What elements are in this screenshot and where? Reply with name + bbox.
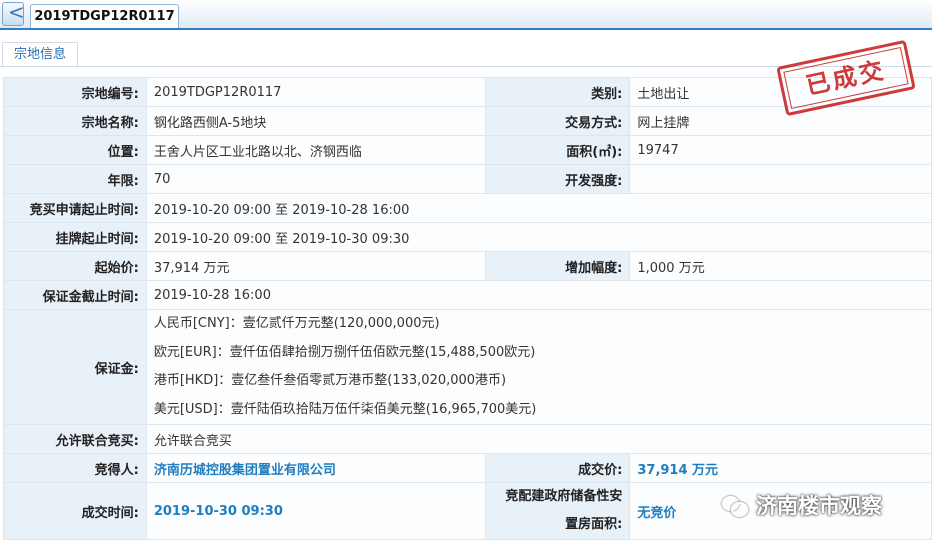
deal-price-value: 37,914 万元 [629,453,932,483]
table-row: 竞买申请起止时间: 2019-10-20 09:00 至 2019-10-28 … [3,193,932,223]
apply-period-label: 竞买申请起止时间: [3,193,147,223]
table-row: 保证金截止时间: 2019-10-28 16:00 [3,280,932,310]
winner-label: 竞得人: [3,453,147,483]
increment-label: 增加幅度: [484,251,631,281]
deposit-label: 保证金: [3,309,147,425]
parcel-name-value: 钢化路西侧A-5地块 [145,106,486,136]
tab-parcel-id[interactable]: 2019TDGP12R0117 [30,4,179,28]
parcel-info-table: 宗地编号: 2019TDGP12R0117 类别: 土地出让 宗地名称: 钢化路… [3,77,932,540]
listing-period-label: 挂牌起止时间: [3,222,147,252]
intensity-label: 开发强度: [484,164,631,194]
term-label: 年限: [3,164,147,194]
joint-bid-value: 允许联合竞买 [145,424,932,454]
table-row: 竞得人: 济南历城控股集团置业有限公司 成交价: 37,914 万元 [3,453,932,483]
chevron-left-icon: < [8,0,25,24]
deposit-cny: 人民币[CNY]：壹亿贰仟万元整(120,000,000元) [153,316,440,331]
table-row: 保证金: 人民币[CNY]：壹亿贰仟万元整(120,000,000元) 欧元[E… [3,309,932,425]
watermark-text: 济南楼市观察 [756,494,882,518]
deal-time-label: 成交时间: [3,482,147,540]
trade-method-value: 网上挂牌 [629,106,932,136]
parcel-name-label: 宗地名称: [3,106,147,136]
housing-area-label-line1: 竞配建政府储备性安 [505,489,623,504]
listing-period-value: 2019-10-20 09:00 至 2019-10-30 09:30 [145,222,932,252]
deal-price-label: 成交价: [484,453,631,483]
table-row: 年限: 70 开发强度: [3,164,932,194]
tab-parcel-info[interactable]: 宗地信息 [2,42,78,67]
deposit-deadline-value: 2019-10-28 16:00 [145,280,932,310]
deal-time-value: 2019-10-30 09:30 [145,482,486,540]
deposit-eur: 欧元[EUR]：壹仟伍佰肆拾捌万捌仟伍佰欧元整(15,488,500欧元) [153,344,536,360]
deposit-hkd: 港币[HKD]：壹亿叁仟叁佰零贰万港币整(133,020,000港币) [153,373,507,388]
start-price-value: 37,914 万元 [145,251,486,281]
intensity-value [629,164,932,194]
deposit-deadline-label: 保证金截止时间: [3,280,147,310]
housing-area-label: 竞配建政府储备性安 置房面积: [484,482,631,540]
parcel-no-value: 2019TDGP12R0117 [145,77,486,107]
apply-period-value: 2019-10-20 09:00 至 2019-10-28 16:00 [145,193,932,223]
watermark: 济南楼市观察 [722,487,882,523]
housing-area-label-line2: 置房面积: [565,517,623,532]
winner-value: 济南历城控股集团置业有限公司 [145,453,486,483]
table-row: 位置: 王舍人片区工业北路以北、济钢西临 面积(㎡): 19747 [3,135,932,165]
increment-value: 1,000 万元 [629,251,932,281]
trade-method-label: 交易方式: [484,106,631,136]
wechat-icon [722,494,748,517]
table-row: 起始价: 37,914 万元 增加幅度: 1,000 万元 [3,251,932,281]
joint-bid-label: 允许联合竞买: [3,424,147,454]
location-value: 王舍人片区工业北路以北、济钢西临 [145,135,486,165]
table-row: 允许联合竞买: 允许联合竞买 [3,424,932,454]
table-row: 挂牌起止时间: 2019-10-20 09:00 至 2019-10-30 09… [3,222,932,252]
area-value: 19747 [629,135,932,165]
parcel-no-label: 宗地编号: [3,77,147,107]
back-button[interactable]: < [2,0,25,26]
deposit-value: 人民币[CNY]：壹亿贰仟万元整(120,000,000元) 欧元[EUR]：壹… [145,309,932,425]
location-label: 位置: [3,135,147,165]
category-label: 类别: [484,77,631,107]
term-value: 70 [145,164,486,194]
area-label: 面积(㎡): [484,135,631,165]
deposit-usd: 美元[USD]：壹仟陆佰玖拾陆万伍仟柒佰美元整(16,965,700美元) [153,401,537,417]
start-price-label: 起始价: [3,251,147,281]
